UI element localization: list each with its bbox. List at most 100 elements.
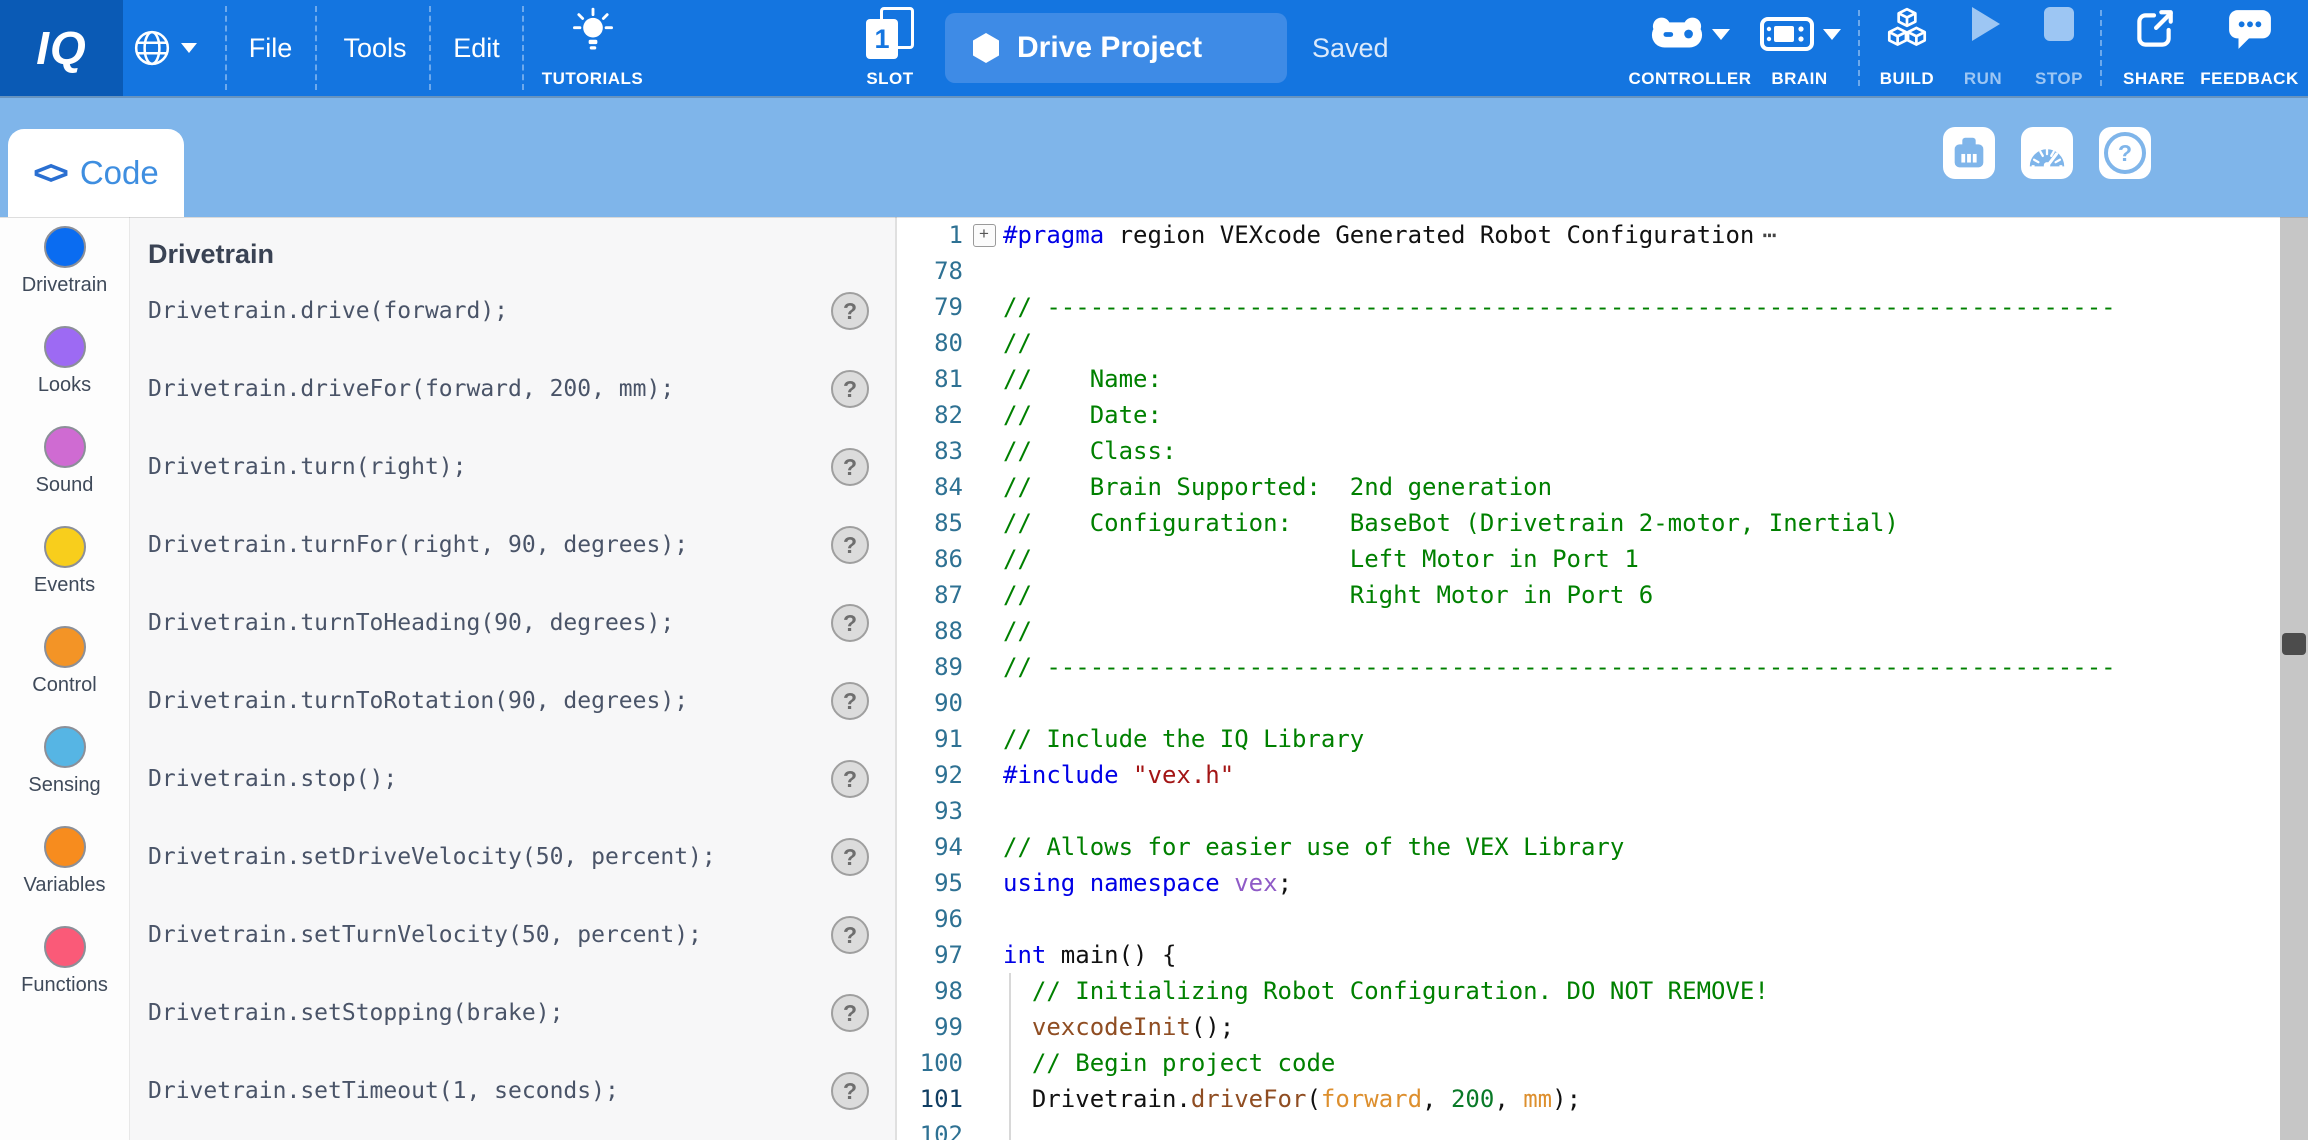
tutorials-button[interactable]: TUTORIALS	[540, 7, 645, 89]
command-list-item[interactable]: Drivetrain.setTurnVelocity(50, percent);…	[130, 896, 895, 974]
code-text: // Class:	[999, 433, 2280, 469]
slot-icon: 1	[866, 7, 914, 59]
brain-button[interactable]: BRAIN	[1752, 7, 1847, 89]
print-console-button[interactable]	[1943, 127, 1995, 179]
fold-gutter	[969, 757, 999, 793]
command-list-item[interactable]: Drivetrain.turnToRotation(90, degrees); …	[130, 662, 895, 740]
command-help-button[interactable]: ?	[831, 604, 869, 642]
logo-text: IQ	[36, 21, 87, 75]
controller-label: CONTROLLER	[1628, 69, 1751, 89]
help-button[interactable]: ?	[2099, 127, 2151, 179]
category-color-dot	[44, 226, 86, 268]
editor-line: 79 // ----------------------------------…	[899, 289, 2280, 325]
indent-guide	[1009, 973, 1011, 1009]
command-help-button[interactable]: ?	[831, 916, 869, 954]
command-help-button[interactable]: ?	[831, 760, 869, 798]
controller-button[interactable]: CONTROLLER	[1635, 7, 1745, 89]
code-text	[999, 901, 2280, 937]
code-text: //	[999, 325, 2280, 361]
dashboard-gauge-icon	[2025, 133, 2069, 173]
run-label: RUN	[1964, 69, 2002, 89]
command-help-button[interactable]: ?	[831, 370, 869, 408]
command-list-item[interactable]: Drivetrain.driveFor(forward, 200, mm); ?	[130, 350, 895, 428]
sidebar-category-functions[interactable]: Functions	[0, 918, 129, 1018]
project-name-button[interactable]: Drive Project	[945, 13, 1287, 83]
command-list-item[interactable]: Drivetrain.turn(right); ?	[130, 428, 895, 506]
fold-gutter	[969, 829, 999, 865]
command-help-button[interactable]: ?	[831, 292, 869, 330]
line-number: 91	[899, 721, 969, 757]
command-list-item[interactable]: Drivetrain.setDriveVelocity(50, percent)…	[130, 818, 895, 896]
feedback-button[interactable]: FEEDBACK	[2202, 7, 2297, 89]
fold-gutter	[969, 649, 999, 685]
fold-gutter	[969, 577, 999, 613]
line-number: 100	[899, 1045, 969, 1081]
command-list-item[interactable]: Drivetrain.setStopping(brake); ?	[130, 974, 895, 1052]
command-list-item[interactable]: Drivetrain.turnToHeading(90, degrees); ?	[130, 584, 895, 662]
editor-scrollbar[interactable]	[2280, 217, 2308, 1140]
fold-gutter	[969, 541, 999, 577]
code-text	[999, 1117, 2280, 1140]
editor-line: 90	[899, 685, 2280, 721]
command-help-button[interactable]: ?	[831, 838, 869, 876]
command-help-button[interactable]: ?	[831, 448, 869, 486]
top-toolbar: IQ File Tools Edit TUTORI	[0, 0, 2308, 96]
editor-line: 102	[899, 1117, 2280, 1140]
command-text: Drivetrain.setTimeout(1, seconds);	[130, 1078, 619, 1104]
line-number: 102	[899, 1117, 969, 1140]
slot-button[interactable]: 1 SLOT	[860, 7, 920, 89]
language-menu[interactable]	[133, 0, 197, 96]
menu-file[interactable]: File	[243, 0, 298, 96]
code-text: // Configuration: BaseBot (Drivetrain 2-…	[999, 505, 2280, 541]
sidebar-category-drivetrain[interactable]: Drivetrain	[0, 218, 129, 318]
fold-gutter	[969, 1009, 999, 1045]
stop-label: STOP	[2035, 69, 2083, 89]
code-text	[999, 253, 2280, 289]
indent-guide	[1009, 1045, 1011, 1081]
sidebar-category-variables[interactable]: Variables	[0, 818, 129, 918]
line-number: 93	[899, 793, 969, 829]
sidebar-category-looks[interactable]: Looks	[0, 318, 129, 418]
editor-line: 87 // Right Motor in Port 6	[899, 577, 2280, 613]
code-text: // Initializing Robot Configuration. DO …	[999, 973, 2280, 1009]
editor-line: 88 //	[899, 613, 2280, 649]
build-button[interactable]: BUILD	[1872, 7, 1942, 89]
fold-toggle-icon[interactable]: +	[973, 224, 996, 247]
command-list-item[interactable]: Drivetrain.stop(); ?	[130, 740, 895, 818]
menu-edit[interactable]: Edit	[449, 0, 504, 96]
menu-separator	[225, 6, 227, 90]
editor-line: 82 // Date:	[899, 397, 2280, 433]
chevron-down-icon	[181, 43, 197, 53]
menu-tools[interactable]: Tools	[340, 0, 410, 96]
fold-gutter	[969, 397, 999, 433]
sidebar-category-control[interactable]: Control	[0, 618, 129, 718]
dashboard-button[interactable]	[2021, 127, 2073, 179]
sidebar-category-sensing[interactable]: Sensing	[0, 718, 129, 818]
code-editor[interactable]: 1 + #pragma region VEXcode Generated Rob…	[899, 217, 2280, 1140]
code-text: // Date:	[999, 397, 2280, 433]
share-button[interactable]: SHARE	[2114, 7, 2194, 89]
editor-line: 86 // Left Motor in Port 1	[899, 541, 2280, 577]
collapsed-region-icon[interactable]: ⋯	[1762, 221, 1778, 249]
command-list-item[interactable]: Drivetrain.drive(forward); ?	[130, 272, 895, 350]
menu-separator	[2100, 10, 2102, 86]
line-number: 96	[899, 901, 969, 937]
sidebar-category-events[interactable]: Events	[0, 518, 129, 618]
editor-line: 100 // Begin project code	[899, 1045, 2280, 1081]
sidebar-category-sound[interactable]: Sound	[0, 418, 129, 518]
fold-gutter	[969, 613, 999, 649]
scrollbar-thumb[interactable]	[2282, 633, 2306, 655]
tab-code[interactable]: <> Code	[8, 129, 184, 217]
category-label: Events	[34, 574, 95, 597]
command-help-button[interactable]: ?	[831, 994, 869, 1032]
command-help-button[interactable]: ?	[831, 682, 869, 720]
brain-icon	[1759, 13, 1815, 55]
command-list-item[interactable]: Drivetrain.setTimeout(1, seconds); ?	[130, 1052, 895, 1130]
command-list-item[interactable]: Drivetrain.turnFor(right, 90, degrees); …	[130, 506, 895, 584]
fold-gutter	[969, 721, 999, 757]
command-help-button[interactable]: ?	[831, 1072, 869, 1110]
category-label: Looks	[38, 374, 91, 397]
command-text: Drivetrain.stop();	[130, 766, 397, 792]
globe-icon	[133, 29, 171, 67]
command-help-button[interactable]: ?	[831, 526, 869, 564]
